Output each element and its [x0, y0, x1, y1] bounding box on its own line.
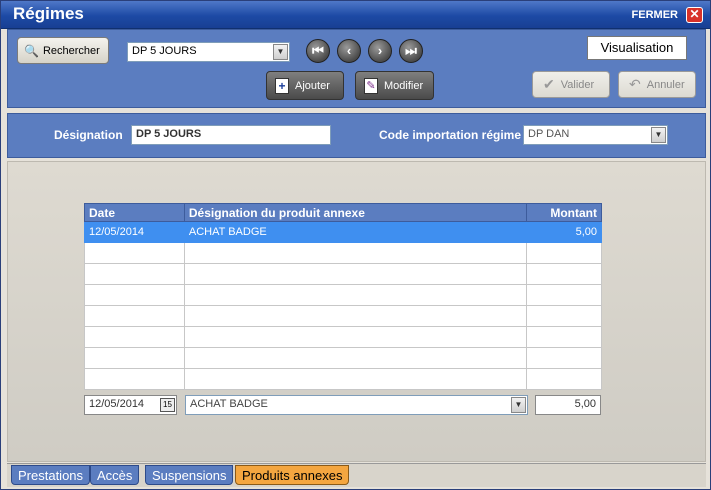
first-record-icon[interactable]: ⏮ — [306, 39, 330, 63]
cell-amount: 5,00 — [526, 221, 602, 243]
chevron-down-icon[interactable]: ▼ — [273, 44, 288, 60]
cell-designation — [183, 263, 528, 285]
tab-suspensions[interactable]: Suspensions — [145, 465, 234, 485]
table-row[interactable] — [84, 305, 602, 327]
tab-bar: Prestations Accès Suspensions Produits a… — [7, 463, 706, 487]
cell-amount — [526, 284, 602, 306]
validate-button-label: Valider — [560, 78, 595, 91]
edit-amount-field[interactable]: 5,00 — [535, 395, 601, 415]
cell-designation — [183, 368, 528, 390]
cell-designation — [183, 347, 528, 369]
pencil-icon: ✎ — [364, 77, 378, 94]
add-document-icon: + — [275, 77, 289, 94]
edit-date-value: 12/05/2014 — [89, 398, 145, 410]
last-record-icon[interactable]: ⏭ — [399, 39, 423, 63]
column-header-designation[interactable]: Désignation du produit annexe — [183, 203, 528, 222]
cell-amount — [526, 263, 602, 285]
table-row[interactable] — [84, 347, 602, 369]
tab-acces[interactable]: Accès — [90, 465, 140, 485]
search-button[interactable]: 🔍 Rechercher — [17, 37, 109, 64]
cell-amount — [526, 305, 602, 327]
designation-panel: Désignation DP 5 JOURS Code importation … — [7, 113, 706, 158]
import-code-label: Code importation régime — [379, 128, 522, 142]
cell-amount — [526, 347, 602, 369]
search-button-label: Rechercher — [42, 44, 100, 57]
cell-date: 12/05/2014 — [84, 221, 185, 243]
tab-prestations[interactable]: Prestations — [11, 465, 91, 485]
table-row[interactable] — [84, 263, 602, 285]
designation-field[interactable]: DP 5 JOURS — [131, 125, 331, 145]
cell-date — [84, 368, 185, 390]
previous-record-icon[interactable]: ‹ — [337, 39, 361, 63]
cancel-button[interactable]: ↶ Annuler — [618, 71, 696, 98]
edit-designation-value: ACHAT BADGE — [190, 398, 268, 410]
magnifier-icon: 🔍 — [24, 43, 39, 58]
chevron-down-icon[interactable]: ▼ — [511, 397, 526, 413]
regime-select[interactable]: DP 5 JOURS ▼ — [127, 42, 290, 62]
designation-label: Désignation — [54, 128, 123, 142]
cell-date — [84, 284, 185, 306]
modify-button[interactable]: ✎ Modifier — [355, 71, 434, 100]
cell-date — [84, 305, 185, 327]
cell-designation — [183, 305, 528, 327]
annex-products-table: Date Désignation du produit annexe Monta… — [84, 203, 602, 390]
tab-produits-annexes[interactable]: Produits annexes — [235, 465, 350, 485]
undo-arrow-icon: ↶ — [629, 76, 641, 92]
cell-date — [84, 242, 185, 264]
close-icon[interactable]: ✕ — [686, 7, 703, 23]
table-row[interactable] — [84, 284, 602, 306]
modify-button-label: Modifier — [384, 79, 424, 92]
cell-amount — [526, 326, 602, 348]
chevron-down-icon[interactable]: ▼ — [651, 127, 666, 143]
cell-designation: ACHAT BADGE — [183, 221, 528, 243]
mode-indicator: Visualisation — [587, 36, 687, 60]
import-code-value: DP DAN — [528, 128, 570, 140]
cell-designation — [183, 284, 528, 306]
cell-date — [84, 263, 185, 285]
add-button-label: Ajouter — [295, 79, 330, 92]
column-header-amount[interactable]: Montant — [526, 203, 602, 222]
column-header-date[interactable]: Date — [84, 203, 185, 222]
import-code-select[interactable]: DP DAN ▼ — [523, 125, 668, 145]
table-row[interactable] — [84, 326, 602, 348]
cell-designation — [183, 326, 528, 348]
next-record-icon[interactable]: › — [368, 39, 392, 63]
regimes-window: Régimes FERMER ✕ 🔍 Rechercher DP 5 JOURS… — [0, 0, 711, 490]
title-bar: Régimes FERMER ✕ — [1, 1, 710, 29]
cell-amount — [526, 368, 602, 390]
close-label[interactable]: FERMER — [632, 9, 678, 21]
products-panel: Date Désignation du produit annexe Monta… — [7, 161, 706, 462]
cell-date — [84, 326, 185, 348]
cancel-button-label: Annuler — [646, 78, 685, 91]
calendar-icon[interactable]: 15 — [160, 398, 175, 412]
cell-date — [84, 347, 185, 369]
table-row[interactable]: 12/05/2014 ACHAT BADGE 5,00 — [84, 221, 602, 243]
window-title: Régimes — [13, 4, 84, 23]
cell-designation — [183, 242, 528, 264]
add-button[interactable]: + Ajouter — [266, 71, 344, 100]
validate-button[interactable]: ✔ Valider — [532, 71, 610, 98]
regime-select-value: DP 5 JOURS — [132, 45, 197, 57]
table-row[interactable] — [84, 242, 602, 264]
edit-designation-select[interactable]: ACHAT BADGE ▼ — [185, 395, 528, 415]
toolbar: 🔍 Rechercher DP 5 JOURS ▼ ⏮ ‹ › ⏭ Visual… — [7, 29, 706, 108]
cell-amount — [526, 242, 602, 264]
checkmark-icon: ✔ — [543, 76, 555, 92]
table-row[interactable] — [84, 368, 602, 390]
